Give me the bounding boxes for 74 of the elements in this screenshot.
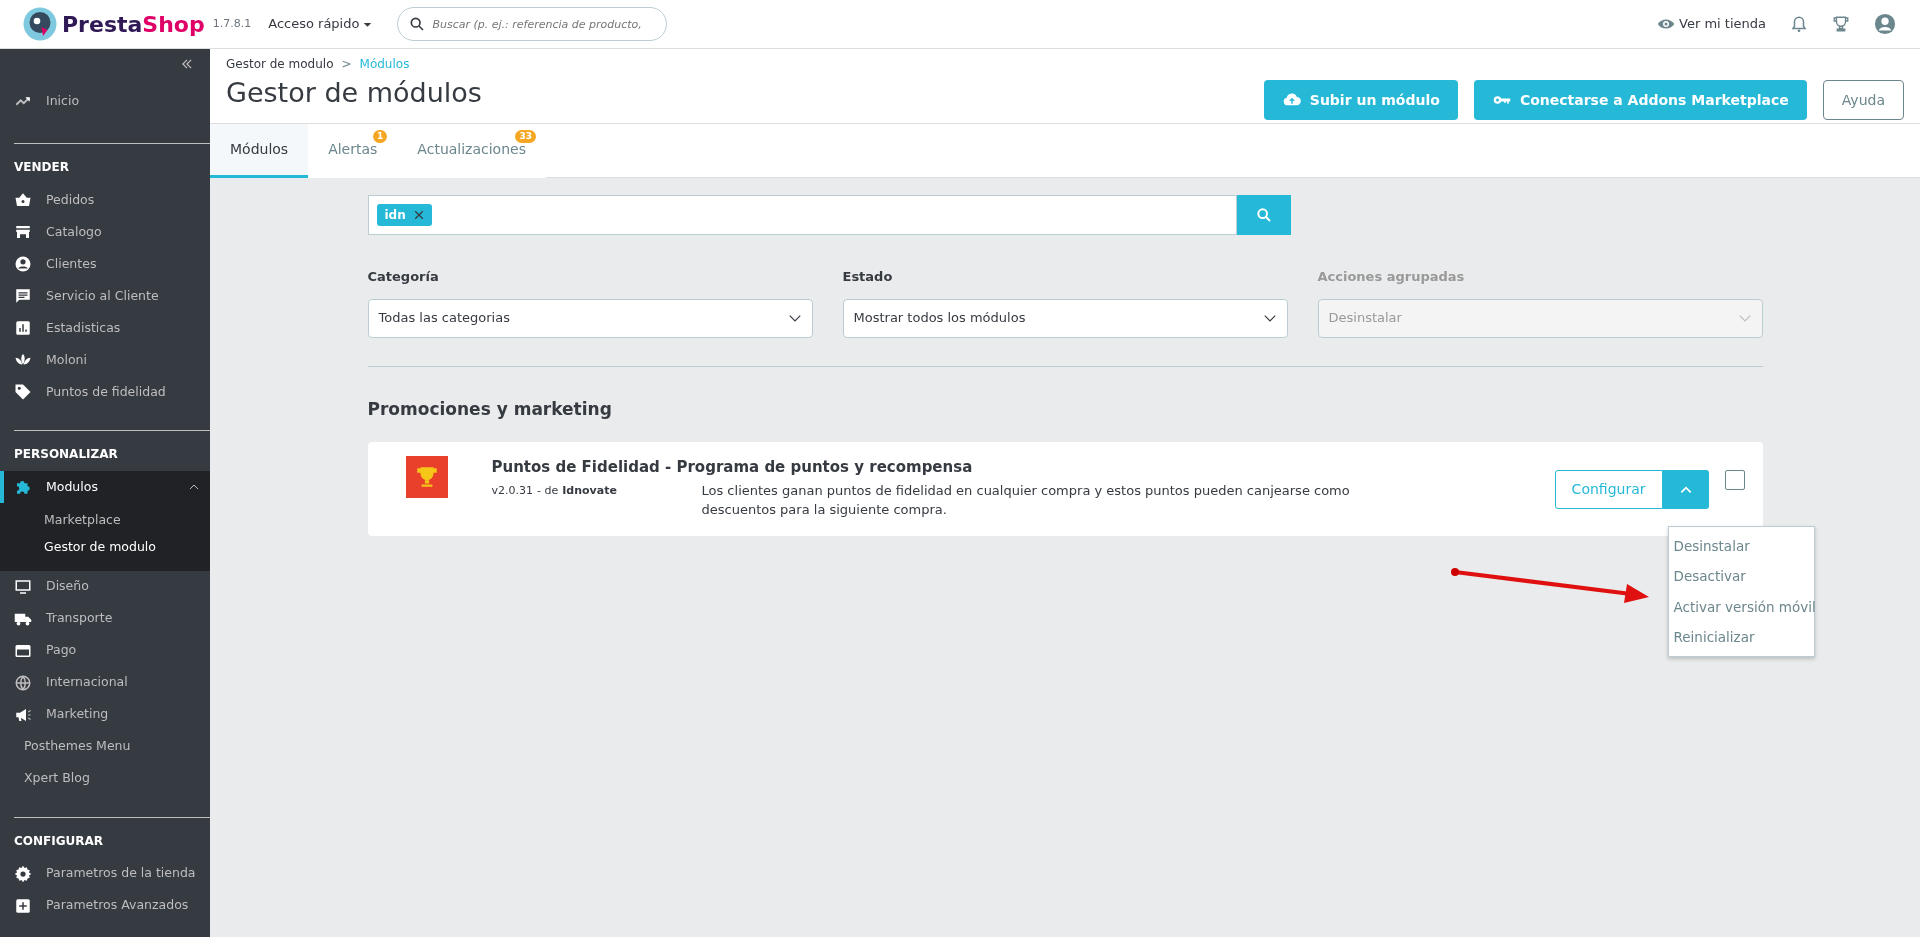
count-badge: 1 bbox=[373, 130, 388, 143]
search-field[interactable]: Buscar (p. ej.: referencia de producto, bbox=[397, 7, 668, 41]
monitor-icon bbox=[14, 577, 32, 596]
chat-icon bbox=[14, 287, 32, 305]
section-heading: VENDER bbox=[14, 160, 69, 174]
search-button[interactable] bbox=[1236, 195, 1291, 235]
module-checkbox[interactable] bbox=[1724, 470, 1745, 490]
tag-icon bbox=[14, 383, 32, 401]
search-icon bbox=[409, 16, 426, 32]
section-title: Promociones y marketing bbox=[367, 397, 613, 421]
sidebar-item[interactable]: Marketing bbox=[0, 698, 210, 731]
sidebar-item[interactable]: Internacional bbox=[0, 666, 210, 699]
sidebar-item[interactable]: Transporte bbox=[0, 602, 210, 635]
logo-text: PrestaShop bbox=[62, 10, 205, 39]
module-version: v2.0.31 bbox=[491, 482, 533, 499]
filter-label: Acciones agrupadas bbox=[1317, 268, 1466, 286]
sidebar-item[interactable]: Diseño bbox=[0, 570, 210, 603]
menu-item[interactable]: Reinicializar bbox=[1668, 621, 1814, 652]
breadcrumb-current: Módulos bbox=[359, 56, 410, 73]
module-description: Los clientes ganan puntos de fidelidad en cualquier compra y estos puntos pueden canjearse como descuentos para la siguiente compra. bbox=[701, 481, 1351, 519]
sidebar-item[interactable]: Inicio bbox=[0, 85, 210, 117]
filter-label: Categoría bbox=[367, 268, 440, 286]
breadcrumb-separator: > bbox=[341, 56, 352, 73]
module-author: Idnovate bbox=[562, 482, 617, 499]
trophy-icon bbox=[1832, 14, 1850, 34]
filter-select[interactable]: Todas las categorias bbox=[367, 298, 813, 338]
collapse-icon bbox=[180, 57, 194, 71]
count-badge: 33 bbox=[515, 130, 536, 143]
sidebar-item[interactable]: Catalogo bbox=[0, 216, 210, 248]
submenu-item[interactable]: Gestor de modulo bbox=[44, 533, 210, 561]
person-circle-icon bbox=[14, 255, 32, 273]
header-button[interactable]: Ayuda bbox=[1822, 80, 1904, 120]
menu-item[interactable]: Activar versión móvil bbox=[1668, 591, 1814, 622]
module-name: Puntos de Fidelidad - Programa de puntos y recompensa bbox=[491, 457, 974, 478]
sidebar-item[interactable]: Clientes bbox=[0, 248, 210, 280]
menu-item[interactable]: Desactivar bbox=[1668, 561, 1814, 592]
basket-icon bbox=[14, 191, 32, 209]
logo-icon bbox=[22, 6, 58, 42]
close-icon bbox=[413, 210, 424, 220]
filter-select[interactable]: Mostrar todos los módulos bbox=[842, 298, 1288, 338]
dropdown-toggle-button[interactable] bbox=[1662, 470, 1709, 509]
globe-icon bbox=[14, 673, 32, 692]
author-prefix: - de bbox=[537, 482, 559, 499]
bell-icon bbox=[1790, 14, 1808, 34]
store-icon bbox=[14, 223, 32, 241]
view-store-link[interactable]: Ver mi tienda bbox=[1657, 14, 1766, 34]
breadcrumb-link[interactable]: Gestor de modulo bbox=[226, 55, 334, 73]
search-icon bbox=[1255, 207, 1272, 223]
puzzle-icon bbox=[14, 478, 32, 496]
tab[interactable]: Módulos bbox=[210, 124, 309, 178]
sidebar-item[interactable]: Parametros Avanzados bbox=[0, 889, 210, 922]
submenu-item[interactable]: Marketplace bbox=[44, 507, 210, 534]
sidebar-item[interactable]: Pago bbox=[0, 634, 210, 667]
user-icon bbox=[1874, 13, 1896, 35]
filter-select: Desinstalar bbox=[1317, 298, 1763, 338]
quick-access-dropdown[interactable]: Acceso rápido bbox=[267, 13, 374, 35]
bar-chart-icon bbox=[14, 319, 32, 337]
version-label: 1.7.8.1 bbox=[212, 15, 252, 32]
sidebar-item[interactable]: Puntos de fidelidad bbox=[0, 376, 210, 408]
sidebar-item[interactable]: Xpert Blog bbox=[0, 762, 210, 795]
sidebar-item[interactable]: Pedidos bbox=[0, 184, 210, 216]
sidebar-item[interactable]: Modulos bbox=[0, 471, 210, 503]
sidebar-item[interactable]: Estadisticas bbox=[0, 312, 210, 344]
sidebar-item[interactable]: Servicio al Cliente bbox=[0, 280, 210, 312]
sidebar-item[interactable]: Parametros de la tienda bbox=[0, 857, 210, 890]
menu-item[interactable]: Desinstalar bbox=[1668, 531, 1814, 562]
section-heading: CONFIGURAR bbox=[14, 833, 104, 848]
section-heading: PERSONALIZAR bbox=[14, 447, 118, 461]
plus-square-icon bbox=[14, 896, 32, 915]
gear-icon bbox=[14, 864, 32, 883]
page-title: Gestor de módulos bbox=[226, 77, 482, 110]
sidebar-item[interactable]: Posthemes Menu bbox=[0, 730, 210, 763]
sidebar-item[interactable]: Moloni bbox=[0, 344, 210, 376]
filter-label: Estado bbox=[842, 268, 894, 286]
